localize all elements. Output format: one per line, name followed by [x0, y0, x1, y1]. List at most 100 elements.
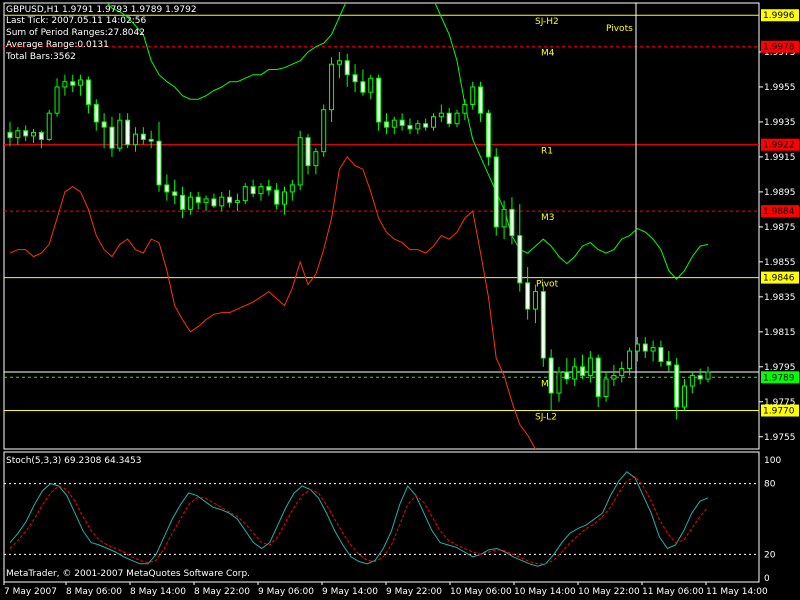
candle-body: [399, 119, 405, 126]
lower-band-line: [9, 156, 537, 449]
candle-body: [132, 133, 138, 146]
candle-body: [203, 198, 209, 203]
candle-body: [250, 186, 256, 195]
candle-body: [603, 378, 609, 398]
average-range-label: Average Range:0.0131: [6, 40, 109, 50]
stoch-y-tick-label: 0: [764, 574, 770, 584]
x-tick-label: 9 May 22:00: [386, 587, 442, 597]
copyright-text: MetaTrader, © 2001-2007 MetaQuotes Softw…: [6, 569, 251, 579]
candle-body: [478, 86, 484, 114]
pivots-label: Pivots: [606, 24, 633, 34]
price-y-tick-label: 1.9955: [764, 83, 796, 93]
price-y-tick-label: 1.9855: [764, 258, 796, 268]
candle-body: [642, 343, 648, 352]
price-y-tick-label: 1.9915: [764, 153, 796, 163]
symbol-quote-line: GBPUSD,H1 1.9791 1.9793 1.9789 1.9792: [6, 5, 197, 15]
price-label-text: 1.9846: [763, 274, 795, 284]
candle-body: [658, 347, 664, 363]
candle-body: [211, 198, 217, 207]
candle-body: [78, 79, 84, 86]
candle-body: [140, 133, 146, 140]
candle-body: [38, 131, 44, 140]
x-tick-label: 10 May 14:00: [514, 587, 576, 597]
price-label-text: 1.9789: [763, 373, 795, 383]
candle-body: [109, 126, 115, 149]
candle-body: [321, 109, 327, 153]
price-label-text: 1.9978: [763, 43, 795, 53]
metatrader-chart-window: 1.9975 1.9955 1.9935 1.9915 1.9895 1.9875 1.98…: [0, 0, 800, 600]
candle-body: [627, 350, 633, 370]
x-tick-label: 8 May 22:00: [194, 587, 250, 597]
candle-body: [564, 371, 570, 380]
candle-body: [407, 124, 413, 130]
candle-body: [305, 137, 311, 167]
candle-body: [125, 119, 131, 146]
candle-body: [31, 131, 37, 137]
candle-body: [681, 385, 687, 408]
candle-body: [46, 112, 52, 140]
candle-body: [227, 196, 233, 203]
candle-body: [689, 375, 695, 387]
candle-body: [195, 196, 201, 203]
last-tick-label: Last Tick: 2007.05.11 14:02:56: [6, 16, 147, 26]
price-y-tick-label: 1.9875: [764, 223, 796, 233]
price-y-tick-label: 1.9895: [764, 188, 796, 198]
x-tick-label: 11 May 06:00: [642, 587, 704, 597]
candle-body: [376, 77, 382, 123]
candle-body: [548, 357, 554, 394]
stoch-signal-line: [9, 475, 709, 565]
candle-body: [313, 151, 319, 167]
candle-body: [172, 191, 178, 196]
candle-body: [297, 137, 303, 186]
x-tick-label: 7 May 2007: [4, 587, 57, 597]
x-tick-label: 8 May 06:00: [66, 587, 122, 597]
level-label: SJ-L2: [535, 413, 557, 423]
candle-body: [415, 123, 421, 130]
level-label: SJ-H2: [535, 17, 559, 27]
sum-ranges-label: Sum of Period Ranges:27.8042: [6, 28, 145, 38]
stoch-panel-frame: [3, 451, 760, 583]
candle-body: [485, 112, 491, 158]
candle-body: [572, 366, 578, 380]
candle-body: [156, 140, 162, 186]
candle-body: [619, 368, 625, 377]
price-label-text: 1.9770: [763, 407, 795, 417]
candle-body: [258, 186, 264, 195]
candle-body: [634, 343, 640, 352]
price-y-tick-label: 1.9815: [764, 328, 796, 338]
price-label-text: 1.9922: [763, 141, 795, 151]
level-label: R1: [541, 147, 553, 157]
x-tick-label: 8 May 14:00: [130, 587, 186, 597]
candle-body: [274, 189, 280, 205]
candle-body: [187, 196, 193, 210]
candle-body: [705, 371, 711, 380]
stoch-y-tick-label: 20: [764, 550, 776, 560]
candle-body: [525, 282, 531, 310]
candle-body: [344, 60, 350, 76]
candle-body: [666, 361, 672, 366]
stochastic-title: Stoch(5,3,3) 69.2308 64.3453: [6, 456, 142, 466]
candle-body: [446, 112, 452, 125]
x-tick-label: 9 May 14:00: [322, 587, 378, 597]
candle-body: [360, 81, 366, 93]
candle-body: [611, 375, 617, 380]
candle-body: [329, 63, 335, 111]
price-chart[interactable]: 1.99751.99551.99351.99151.98951.98751.98…: [0, 0, 800, 600]
candle-body: [423, 123, 429, 128]
candle-body: [580, 366, 586, 377]
price-label-text: 1.9884: [763, 207, 795, 217]
level-label: M3: [541, 213, 555, 223]
stoch-y-tick-label: 100: [764, 456, 781, 466]
candle-body: [352, 74, 358, 83]
candle-body: [148, 138, 154, 142]
x-tick-label: 10 May 06:00: [450, 587, 512, 597]
candle-body: [164, 184, 170, 193]
candle-body: [289, 184, 295, 193]
candle-body: [650, 347, 656, 352]
stoch-y-tick-label: 80: [764, 480, 776, 490]
candle-body: [7, 131, 13, 139]
candle-body: [532, 291, 538, 310]
candle-body: [501, 208, 507, 228]
x-tick-label: 9 May 06:00: [258, 587, 314, 597]
candle-body: [556, 371, 562, 394]
